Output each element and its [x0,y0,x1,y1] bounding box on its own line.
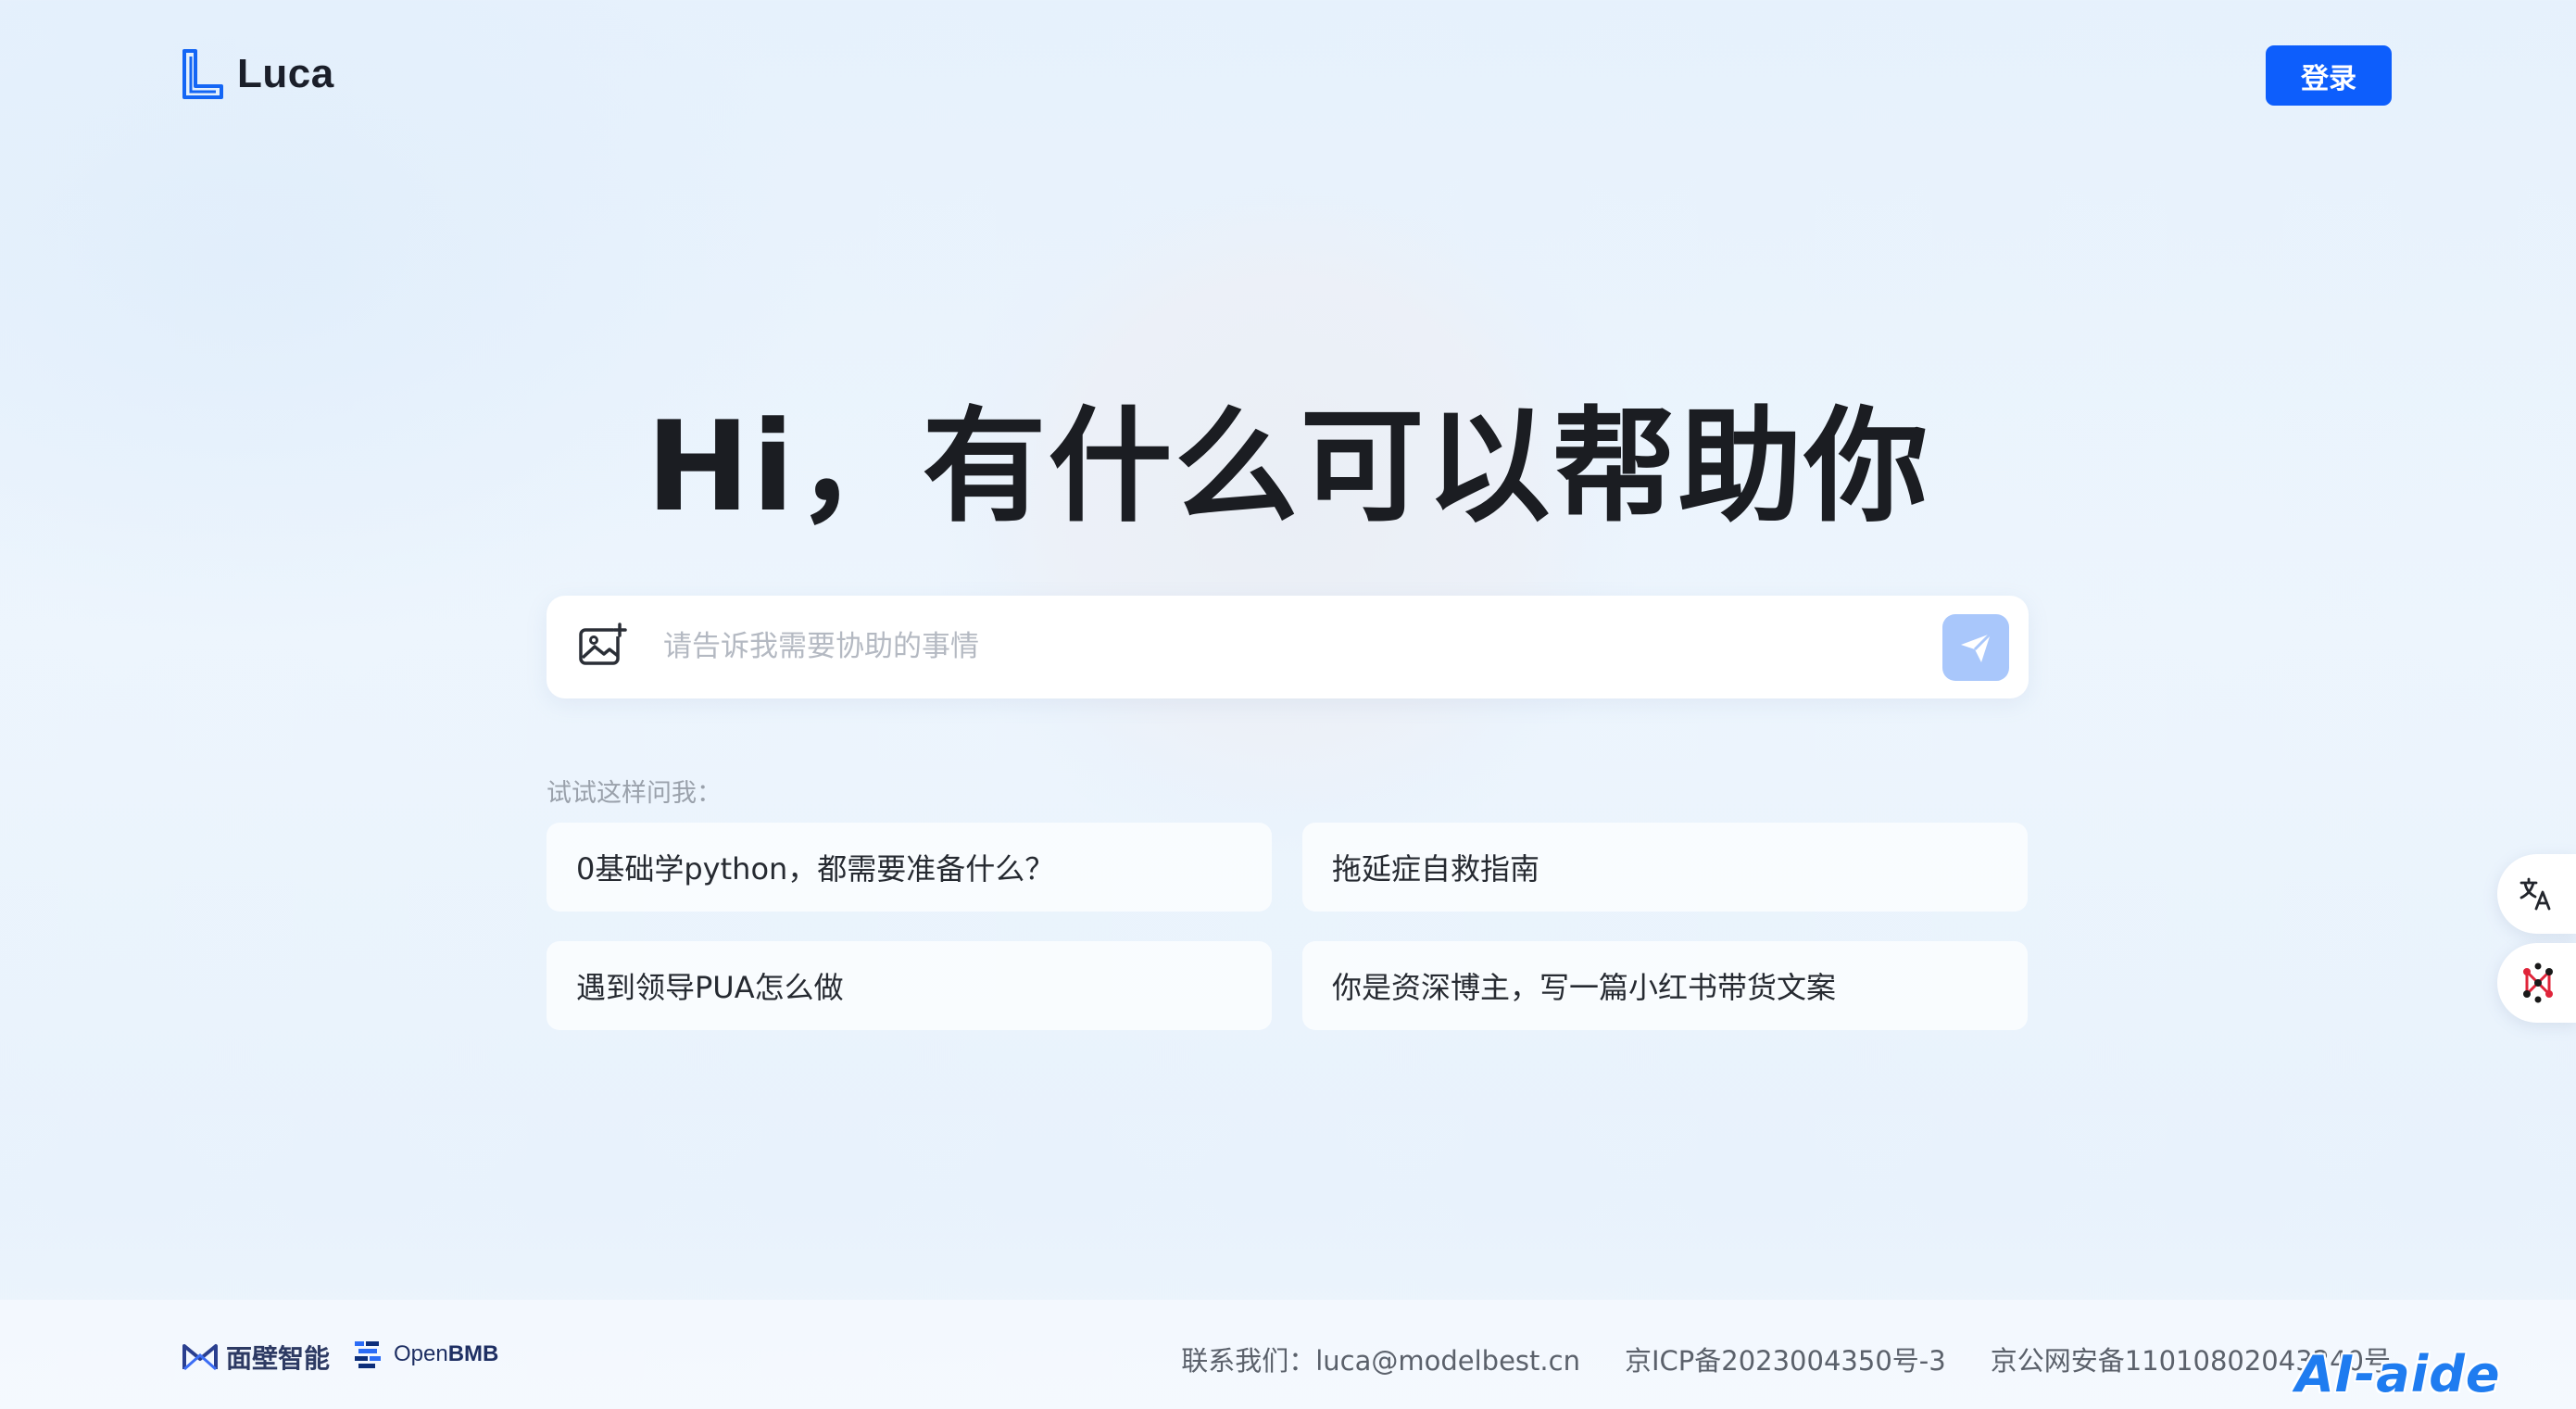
image-upload-icon[interactable] [578,622,628,672]
icp-link[interactable]: 京ICP备2023004350号-3 [1625,1340,1946,1378]
suggestion-chip[interactable]: 你是资深博主，写一篇小红书带货文案 [1302,941,2028,1030]
openbmb-logo-icon [355,1341,381,1368]
brand-logo[interactable]: Luca [182,48,334,100]
watermark: AI-aide [2295,1345,2501,1403]
openbmb-prefix: Open [394,1341,448,1366]
suggestion-chip[interactable]: 0基础学python，都需要准备什么？ [547,823,1272,912]
suggestion-chip[interactable]: 拖延症自救指南 [1302,823,2028,912]
openbmb-suffix: BMB [447,1341,499,1366]
page-title: Hi，有什么可以帮助你 [646,395,1930,539]
brand-name: Luca [237,51,334,96]
send-icon [1961,632,1992,662]
chat-input[interactable] [663,618,1867,675]
openbmb-name: OpenBMB [394,1341,498,1367]
suggestion-chip[interactable]: 遇到领导PUA怎么做 [547,941,1272,1030]
modelbest-logo-icon [182,1344,218,1371]
footer-links: 联系我们：luca@modelbest.cn 京ICP备2023004350号-… [1181,1340,2391,1378]
modelbest-name: 面壁智能 [226,1343,331,1374]
network-icon [2523,962,2553,1003]
login-button[interactable]: 登录 [2266,45,2392,106]
background-haze [0,0,834,648]
suggestions-label: 试试这样问我： [547,779,722,808]
network-tool-button[interactable] [2497,943,2576,1023]
translate-icon [2519,877,2551,911]
chat-input-box [547,596,2029,698]
luca-logo-icon [182,49,223,99]
send-button[interactable] [1942,614,2009,681]
openbmb-brand[interactable]: OpenBMB [353,1339,498,1370]
translate-button[interactable] [2497,854,2576,934]
contact-link[interactable]: 联系我们：luca@modelbest.cn [1181,1340,1580,1378]
modelbest-brand[interactable]: 面壁智能 [182,1339,330,1376]
